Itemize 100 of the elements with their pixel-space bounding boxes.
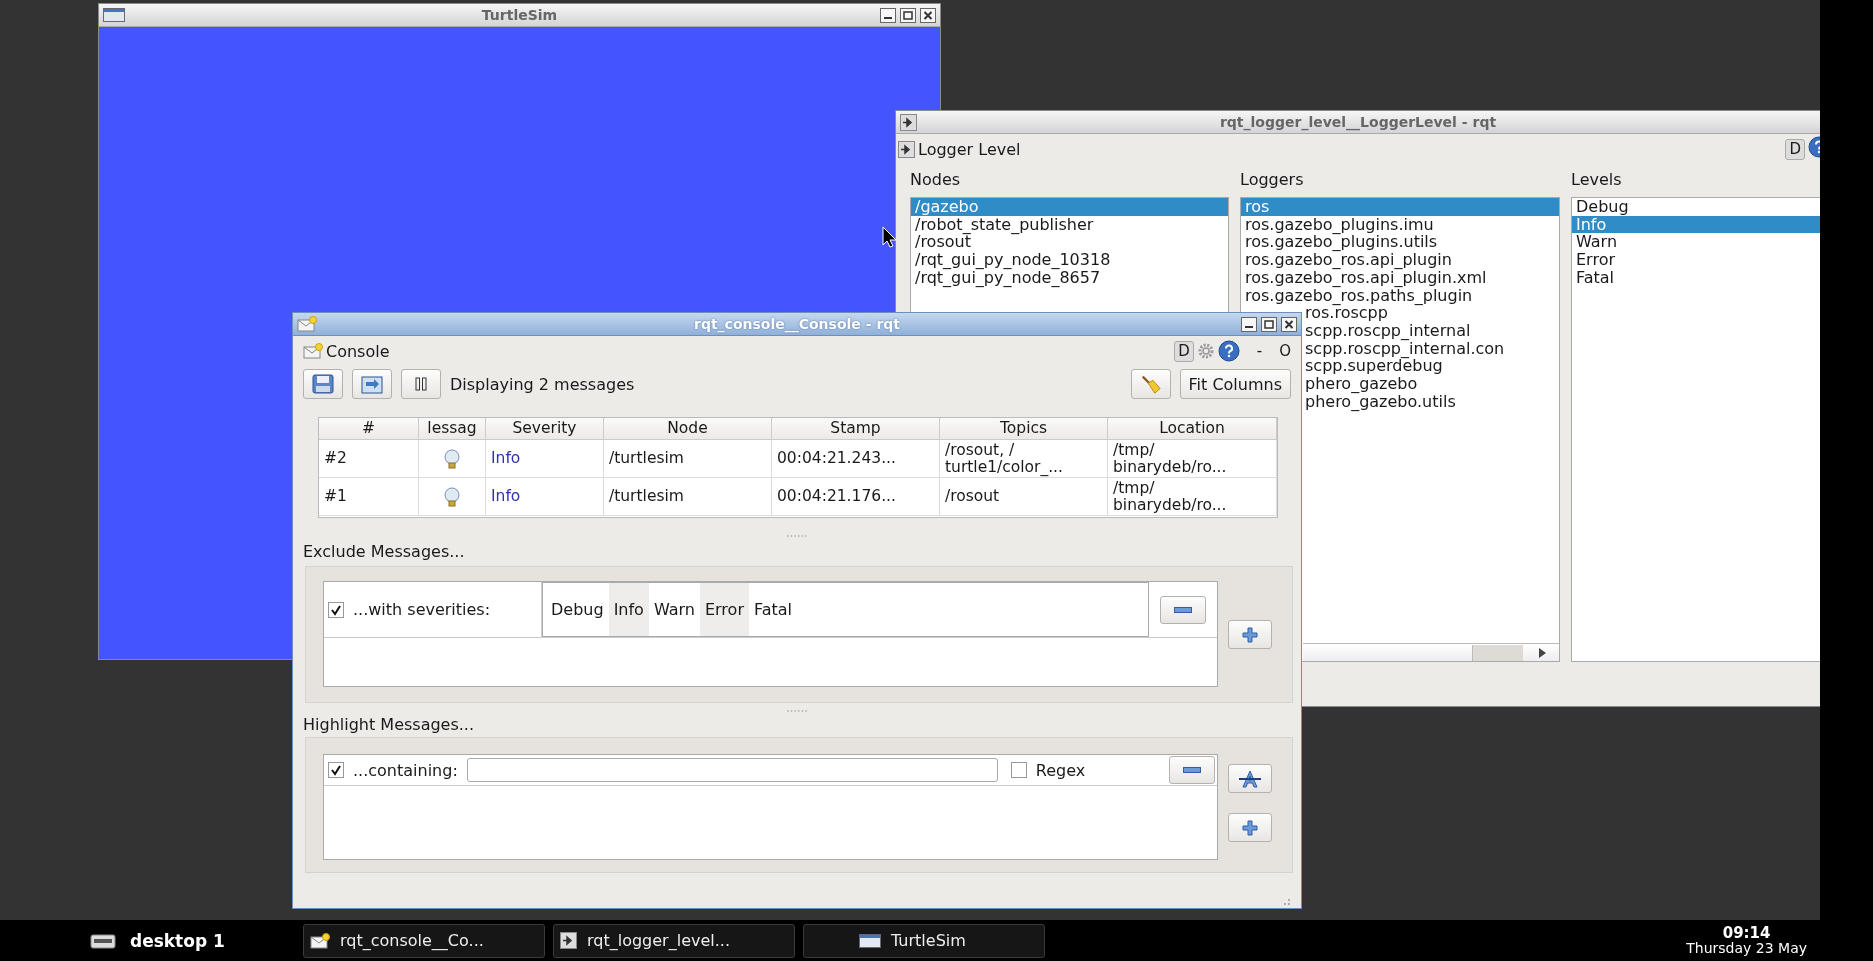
list-item[interactable]: ros.gazebo_ros.api_plugin.xml <box>1241 268 1559 287</box>
table-cell: /rosout <box>940 478 1108 516</box>
pause-icon <box>414 377 428 391</box>
close-button[interactable] <box>1281 316 1297 332</box>
column-header[interactable]: Severity <box>486 418 604 440</box>
add-button[interactable] <box>1228 813 1272 842</box>
splitter-handle[interactable] <box>786 709 808 713</box>
list-item[interactable]: phero_gazebo <box>1303 375 1559 393</box>
column-label: Levels <box>1571 170 1622 190</box>
minimize-button[interactable] <box>880 7 896 23</box>
dock-control[interactable]: O <box>1279 342 1291 360</box>
save-button[interactable] <box>303 369 343 399</box>
column-header[interactable]: lessag <box>419 418 486 440</box>
severity-item[interactable]: Error <box>699 583 749 636</box>
column-header[interactable]: Node <box>604 418 772 440</box>
list-item[interactable]: ros.gazebo_plugins.utils <box>1241 233 1559 252</box>
cursor-icon <box>882 226 897 248</box>
minus-icon <box>1183 767 1201 773</box>
add-button[interactable] <box>1228 620 1272 649</box>
table-cell: 00:04:21.176... <box>772 478 940 516</box>
list-item[interactable]: ros.gazebo_ros.api_plugin <box>1241 251 1559 269</box>
list-item[interactable]: scpp.superdebug <box>1303 357 1559 376</box>
column-header[interactable]: Location <box>1108 418 1277 440</box>
checkbox[interactable] <box>1010 762 1027 778</box>
table-cell: /tmp/ binarydeb/ro... <box>1108 440 1277 478</box>
severity-item[interactable]: Warn <box>648 583 700 636</box>
list-item[interactable]: ros <box>1241 198 1559 216</box>
taskbar-button[interactable]: TurtleSim <box>803 923 1045 958</box>
table-cell: /turtlesim <box>604 478 772 516</box>
window-title: rqt_logger_level__LoggerLevel - rqt <box>1219 114 1497 130</box>
column-header[interactable]: # <box>319 418 419 440</box>
horizontal-scrollbar[interactable] <box>1303 643 1559 661</box>
dock-button[interactable]: D <box>1174 340 1194 362</box>
resize-grip[interactable] <box>1281 896 1291 906</box>
clear-format-button[interactable] <box>1228 764 1272 793</box>
envelope-icon <box>310 932 330 949</box>
arrow-box-icon <box>900 113 917 131</box>
load-button[interactable] <box>352 369 392 399</box>
arrow-box-icon <box>898 140 915 158</box>
filter-label: ...containing: <box>353 760 458 780</box>
plus-icon <box>1242 626 1258 643</box>
dock-control[interactable]: - <box>1256 342 1263 360</box>
list-item[interactable]: /rosout <box>911 233 1228 252</box>
list-item[interactable]: Warn <box>1572 233 1820 252</box>
list-item[interactable]: ros.gazebo_plugins.imu <box>1241 215 1559 234</box>
dock-button[interactable]: D <box>1785 138 1805 160</box>
pause-button[interactable] <box>401 369 441 399</box>
list-item[interactable]: /robot_state_publisher <box>911 215 1228 234</box>
table-cell: 00:04:21.243... <box>772 440 940 478</box>
splitter-handle[interactable] <box>786 534 808 538</box>
filter-label: ...with severities: <box>353 600 491 619</box>
checkbox[interactable] <box>328 601 344 618</box>
list-item[interactable]: scpp.roscpp_internal <box>1303 321 1559 340</box>
minus-icon <box>1174 606 1192 613</box>
clock-date: Thursday 23 May <box>1686 940 1807 956</box>
close-button[interactable] <box>920 7 936 23</box>
lightbulb-icon <box>443 448 461 469</box>
list-item[interactable]: phero_gazebo.utils <box>1303 392 1559 411</box>
clock-time: 09:14 <box>1722 925 1771 941</box>
envelope-icon <box>297 316 317 332</box>
section-label: Exclude Messages... <box>303 540 466 563</box>
maximize-button[interactable] <box>1261 316 1277 332</box>
remove-button[interactable] <box>1160 595 1206 624</box>
table-cell: #1 <box>319 478 419 516</box>
column-header[interactable]: Topics <box>940 418 1108 440</box>
list-item[interactable]: scpp.roscpp_internal.con <box>1303 339 1559 358</box>
table-cell: /tmp/ binarydeb/ro... <box>1108 478 1277 516</box>
status-text: Displaying 2 messages <box>450 374 635 394</box>
list-item[interactable]: Debug <box>1572 198 1820 216</box>
list-item[interactable]: /rqt_gui_py_node_10318 <box>911 251 1228 269</box>
checkbox[interactable] <box>328 762 344 778</box>
list-item[interactable]: ros.roscpp <box>1303 304 1559 322</box>
table-cell: Info <box>486 440 604 478</box>
taskbar-button[interactable]: rqt_console__Co... <box>303 923 545 958</box>
clear-button[interactable] <box>1130 369 1171 399</box>
table-cell: /rosout, / turtle1/color_... <box>940 440 1108 478</box>
list-item[interactable]: Info <box>1572 215 1820 234</box>
severity-item[interactable]: Debug <box>546 583 609 636</box>
column-header[interactable]: Stamp <box>772 418 940 440</box>
list-item[interactable]: ros.gazebo_ros.paths_plugin <box>1241 286 1559 305</box>
crossed-letter-icon <box>1238 769 1262 788</box>
help-icon[interactable] <box>1217 340 1240 362</box>
list-item[interactable]: /rqt_gui_py_node_8657 <box>911 268 1228 287</box>
window-icon <box>859 933 881 948</box>
text-field[interactable] <box>466 758 998 782</box>
minimize-button[interactable] <box>1241 316 1257 332</box>
desktop-label[interactable]: desktop 1 <box>130 930 225 951</box>
list-item[interactable]: Fatal <box>1572 268 1820 287</box>
severity-item[interactable]: Fatal <box>748 583 797 636</box>
remove-button[interactable] <box>1169 756 1215 784</box>
maximize-button[interactable] <box>900 7 916 23</box>
keyboard-icon[interactable] <box>90 931 118 950</box>
severity-item[interactable]: Info <box>608 583 649 636</box>
plugin-title: Logger Level <box>918 139 1021 159</box>
fit-columns-button[interactable]: Fit Columns <box>1179 369 1291 399</box>
list-item[interactable]: /gazebo <box>911 198 1228 216</box>
list-item[interactable]: Error <box>1572 251 1820 269</box>
table-cell: /turtlesim <box>604 440 772 478</box>
table-cell: #2 <box>319 440 419 478</box>
taskbar-button[interactable]: rqt_logger_level... <box>553 923 795 958</box>
